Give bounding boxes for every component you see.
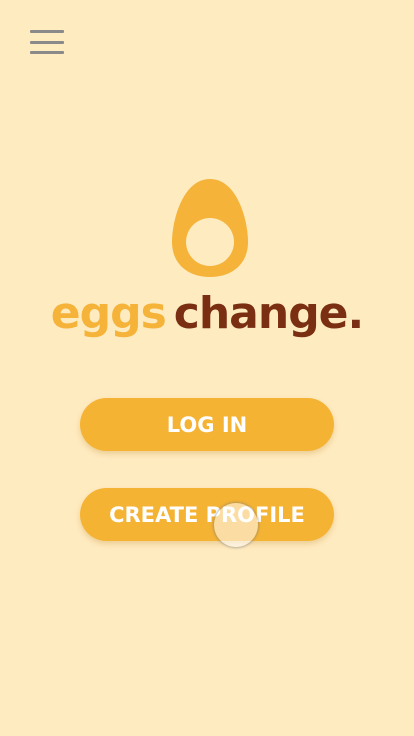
- hamburger-menu-icon-bar: [30, 51, 64, 54]
- logo-word-eggs: eggs: [50, 288, 167, 339]
- menu-button[interactable]: [30, 30, 64, 54]
- login-button[interactable]: LOG IN: [80, 398, 334, 451]
- app-logo-wordmark: eggs change.: [0, 284, 414, 344]
- egg-icon: [172, 179, 248, 277]
- logo-word-change: change.: [173, 288, 364, 339]
- create-profile-button[interactable]: CREATE PROFILE: [80, 488, 334, 541]
- touch-indicator: [214, 503, 258, 547]
- hamburger-menu-icon-bar: [30, 40, 64, 44]
- hamburger-menu-icon: [30, 30, 64, 33]
